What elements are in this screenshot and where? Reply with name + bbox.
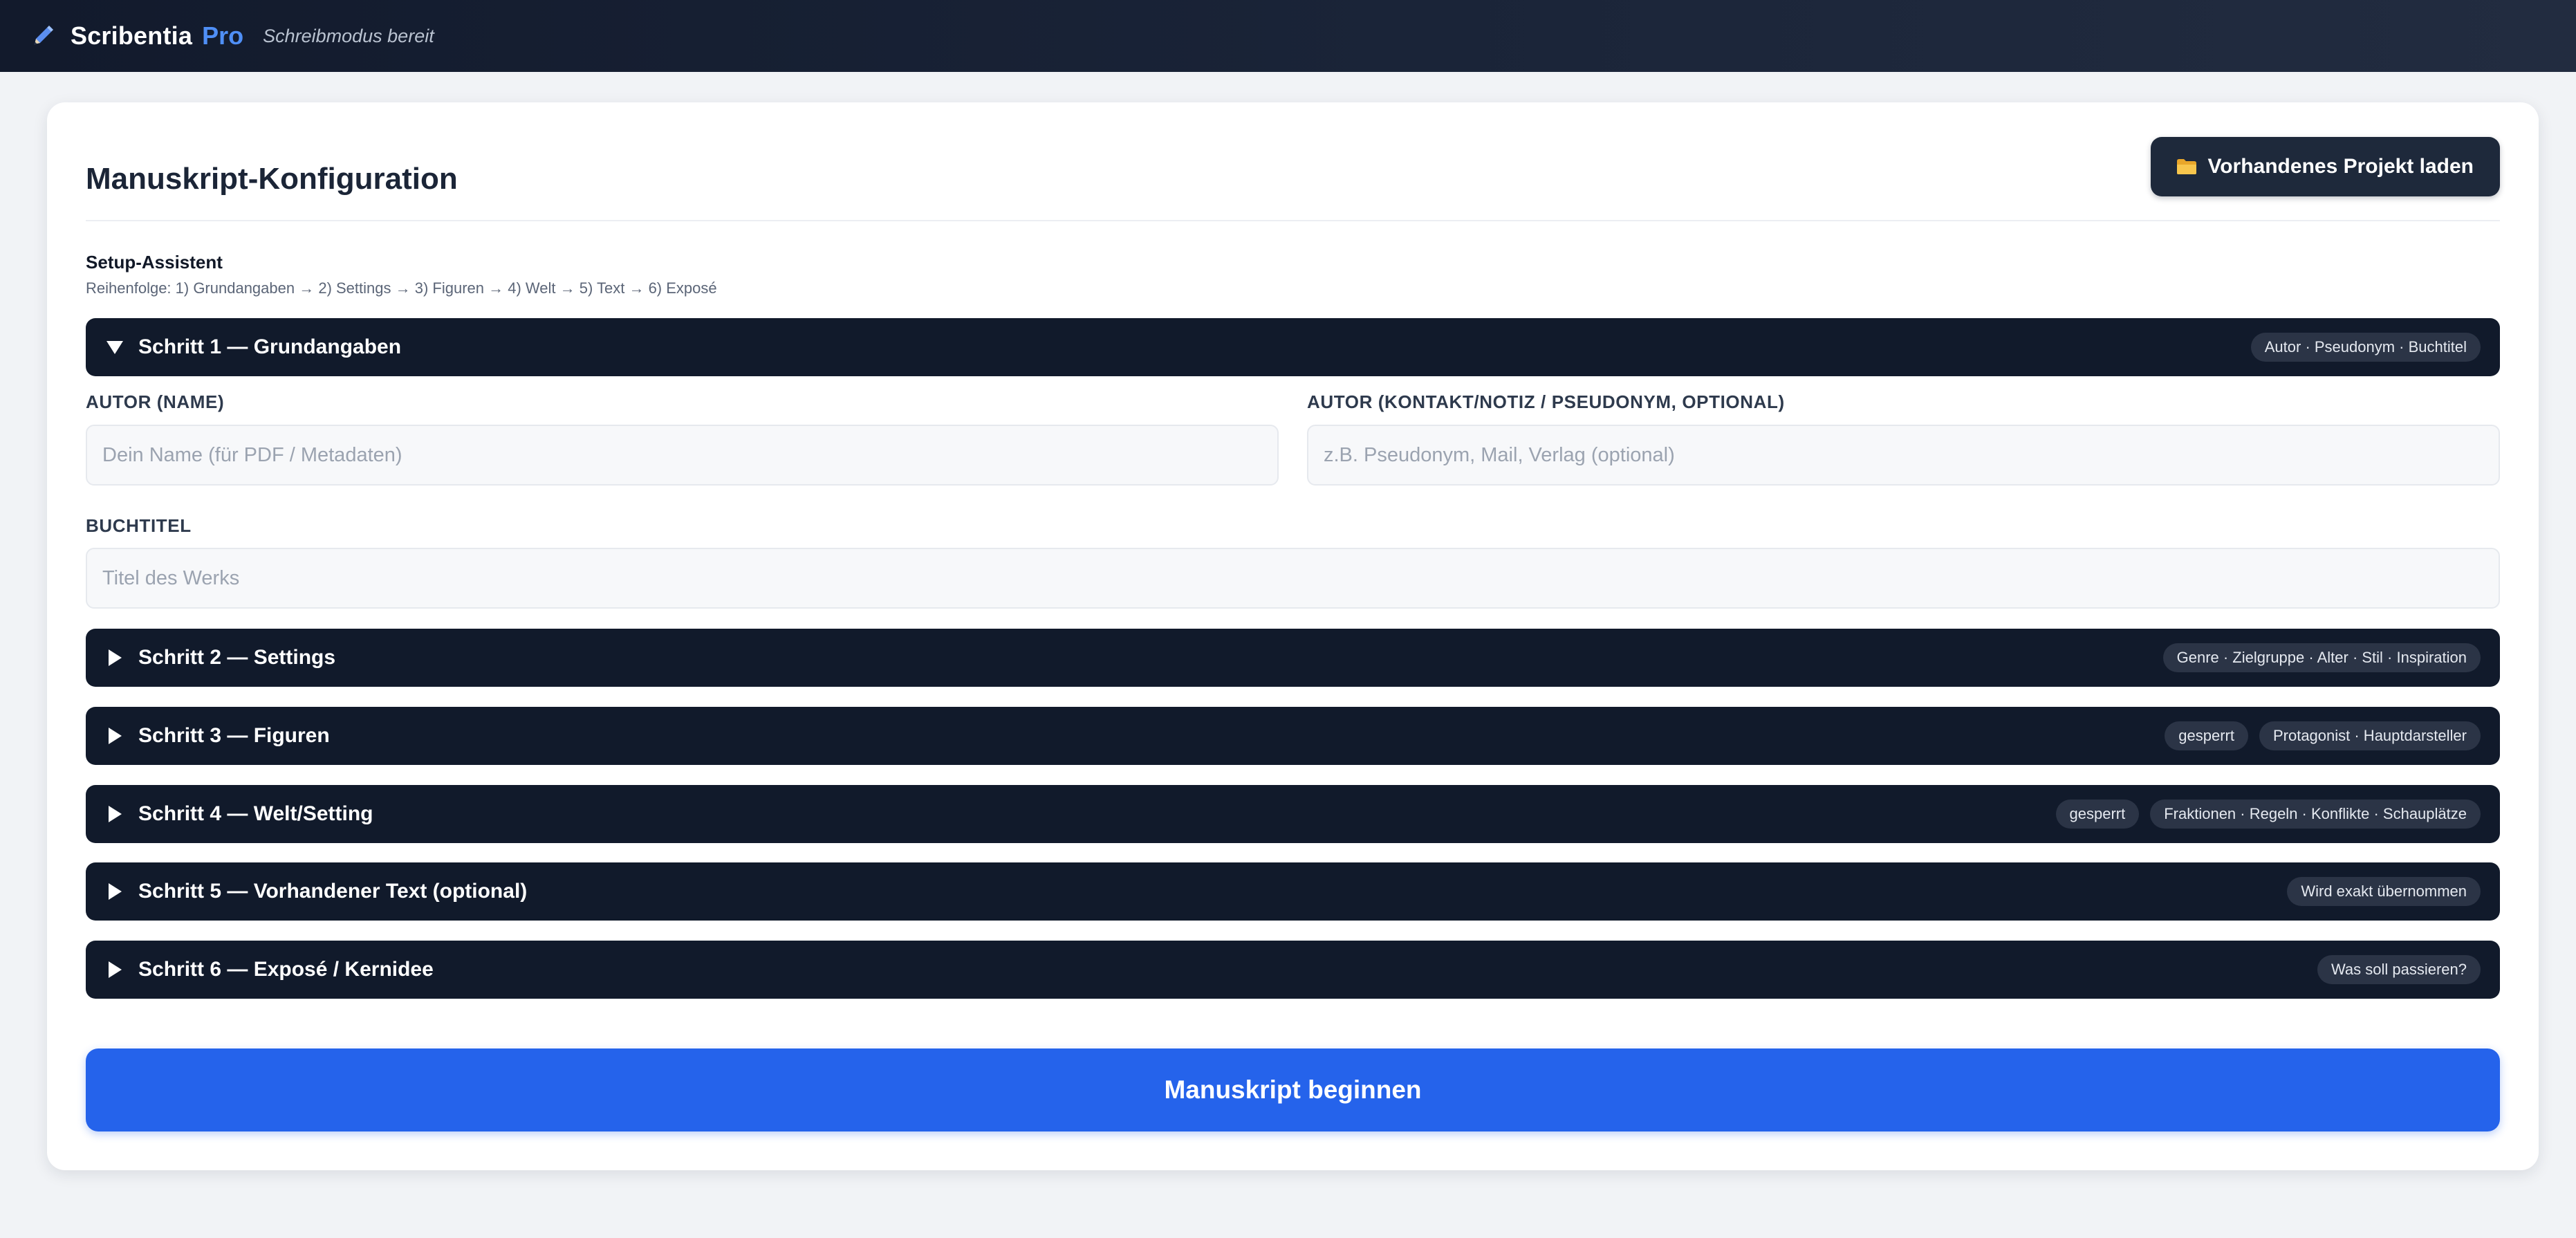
step-6-badge: Was soll passieren? xyxy=(2317,955,2481,984)
load-project-button[interactable]: Vorhandenes Projekt laden xyxy=(2151,137,2500,196)
caret-right-icon xyxy=(105,882,124,901)
step-5-header[interactable]: Schritt 5 — Vorhandener Text (optional) … xyxy=(86,862,2500,921)
caret-right-icon xyxy=(105,648,124,667)
folder-icon xyxy=(2176,158,2198,176)
setup-order-text: Reihenfolge: 1) Grundangaben → 2) Settin… xyxy=(86,279,717,297)
setup-assistant-title: Setup-Assistent xyxy=(86,252,223,272)
caret-down-icon xyxy=(105,338,124,357)
locked-badge: gesperrt xyxy=(2055,800,2140,829)
brand-name: Scribentia xyxy=(71,21,193,50)
author-name-input[interactable] xyxy=(86,425,1279,486)
step-3-header[interactable]: Schritt 3 — Figuren gesperrt Protagonist… xyxy=(86,707,2500,765)
page-title: Manuskript-Konfiguration xyxy=(86,162,458,196)
brand-pro-label: Pro xyxy=(202,21,244,50)
step-3-label: Schritt 3 — Figuren xyxy=(138,724,330,747)
book-title-label: BUCHTITEL xyxy=(86,515,192,536)
step-2-label: Schritt 2 — Settings xyxy=(138,646,336,669)
start-manuscript-button[interactable]: Manuskript beginnen xyxy=(86,1048,2500,1131)
step-3-badge: Protagonist · Hauptdarsteller xyxy=(2259,721,2481,750)
step-2-badge: Genre · Zielgruppe · Alter · Stil · Insp… xyxy=(2162,643,2481,672)
author-contact-input[interactable] xyxy=(1307,425,2500,486)
top-bar: Scribentia Pro Schreibmodus bereit xyxy=(0,0,2576,72)
author-name-label: AUTOR (NAME) xyxy=(86,391,225,412)
step-4-header[interactable]: Schritt 4 — Welt/Setting gesperrt Frakti… xyxy=(86,785,2500,843)
step-5-label: Schritt 5 — Vorhandener Text (optional) xyxy=(138,880,528,903)
step-6-header[interactable]: Schritt 6 — Exposé / Kernidee Was soll p… xyxy=(86,941,2500,999)
load-project-label: Vorhandenes Projekt laden xyxy=(2207,155,2474,178)
caret-right-icon xyxy=(105,804,124,824)
step-5-badge: Wird exakt übernommen xyxy=(2287,877,2481,906)
caret-right-icon xyxy=(105,960,124,979)
step-1-header[interactable]: Schritt 1 — Grundangaben Autor · Pseudon… xyxy=(86,318,2500,376)
step-6-label: Schritt 6 — Exposé / Kernidee xyxy=(138,958,434,981)
step-4-badge: Fraktionen · Regeln · Konflikte · Schaup… xyxy=(2150,800,2481,829)
step-2-header[interactable]: Schritt 2 — Settings Genre · Zielgruppe … xyxy=(86,629,2500,687)
author-contact-label: AUTOR (KONTAKT/NOTIZ / PSEUDONYM, OPTION… xyxy=(1307,391,1785,412)
step-4-label: Schritt 4 — Welt/Setting xyxy=(138,802,373,825)
locked-badge: gesperrt xyxy=(2165,721,2248,750)
status-text: Schreibmodus bereit xyxy=(263,25,434,46)
caret-right-icon xyxy=(105,726,124,746)
step-1-label: Schritt 1 — Grundangaben xyxy=(138,335,402,358)
step-1-badge: Autor · Pseudonym · Buchtitel xyxy=(2250,333,2481,362)
configuration-card: Manuskript-Konfiguration Vorhandenes Pro… xyxy=(47,102,2539,1170)
book-title-input[interactable] xyxy=(86,548,2500,609)
pen-icon xyxy=(29,22,57,50)
card-header: Manuskript-Konfiguration Vorhandenes Pro… xyxy=(86,137,2500,221)
